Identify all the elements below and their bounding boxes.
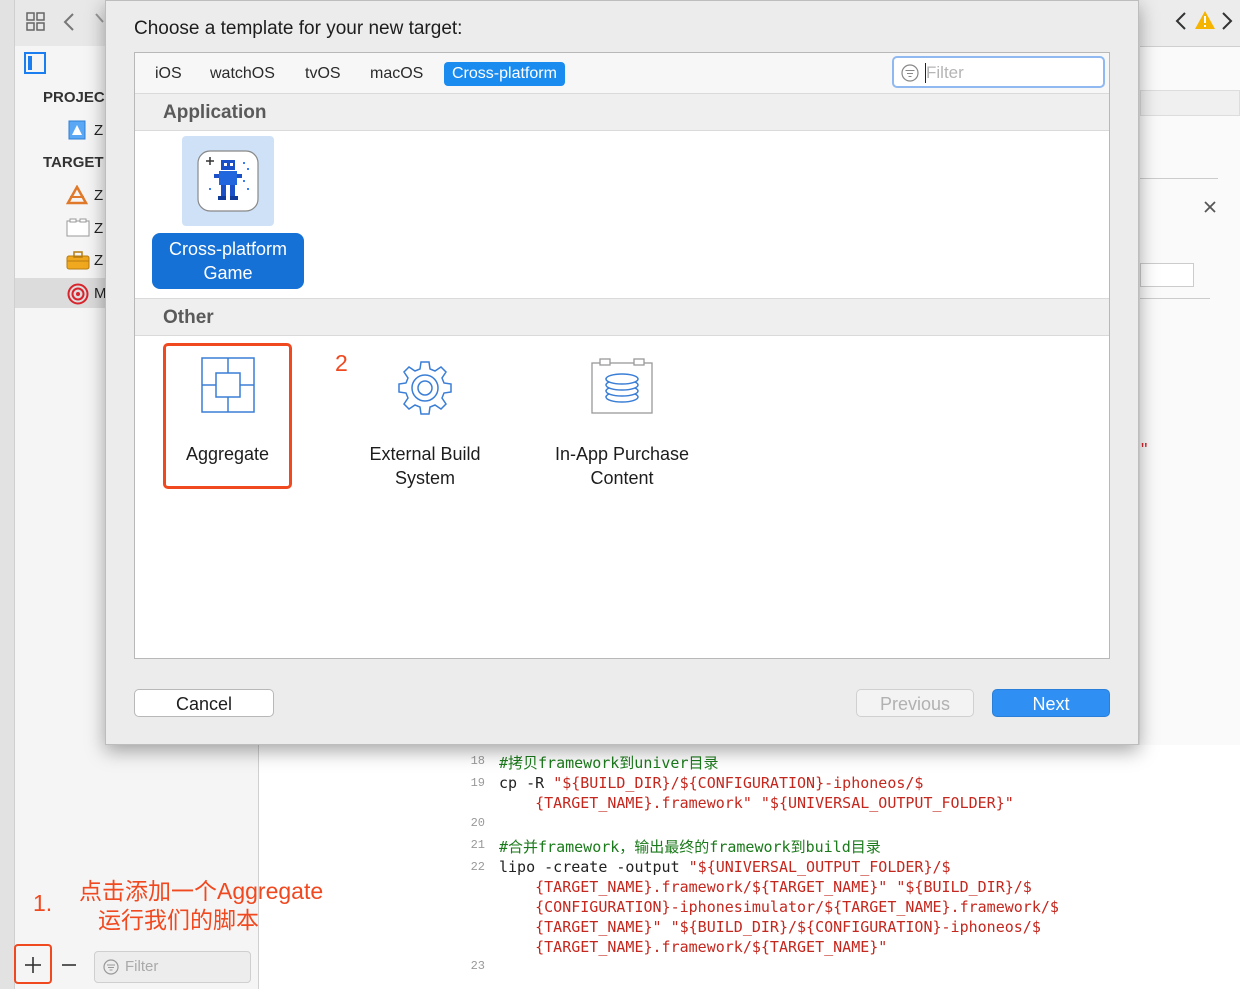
code-command: cp -R (499, 774, 554, 792)
line-number: 20 (470, 816, 485, 830)
code-comment: #合并framework，输出最终的framework到build目录 (499, 838, 881, 856)
game-sprite-icon (197, 150, 259, 212)
code-line-continuation[interactable]: {TARGET_NAME}.framework/${TARGET_NAME}" … (499, 878, 1032, 896)
sheet-title: Choose a template for your new target: (134, 18, 463, 39)
aggregate-icon[interactable] (200, 356, 256, 414)
tab-tvos[interactable]: tvOS (297, 62, 349, 86)
gear-icon[interactable] (396, 359, 454, 417)
target-item-label[interactable]: Z (94, 220, 103, 237)
add-target-button[interactable] (23, 955, 43, 975)
divider (1140, 178, 1218, 179)
remove-target-button[interactable] (60, 955, 78, 975)
code-string: {TARGET_NAME}.framework/${TARGET_NAME}" … (499, 878, 1032, 896)
code-string: {TARGET_NAME}.framework/${TARGET_NAME}" (499, 938, 888, 956)
group-title: Other (163, 307, 214, 328)
template-filter-field[interactable]: Filter (892, 56, 1105, 88)
filter-icon (901, 64, 919, 82)
code-string: {TARGET_NAME}" "${BUILD_DIR}/${CONFIGURA… (499, 918, 1041, 936)
template-label-line1: Cross-platform (168, 239, 288, 259)
project-section-header: PROJEC (43, 89, 105, 106)
warning-icon[interactable] (1194, 10, 1216, 30)
tab-watchos[interactable]: watchOS (202, 62, 283, 86)
purchase-content-icon[interactable] (590, 357, 654, 415)
forward-chevron-icon[interactable] (94, 12, 104, 32)
sidebar-toggle-icon[interactable] (24, 52, 46, 74)
tab-cross-platform[interactable]: Cross-platform (444, 62, 565, 86)
template-label-line2: Content (590, 468, 654, 488)
issue-next-chevron-icon[interactable] (1220, 11, 1234, 31)
grid-icon[interactable] (26, 12, 46, 32)
toolbox-target-icon[interactable] (66, 250, 90, 270)
stray-quote-mark: " (1141, 440, 1148, 460)
template-label-line2: Game (203, 263, 253, 283)
code-comment: #拷贝framework到univer目录 (499, 754, 719, 772)
code-line-continuation[interactable]: {TARGET_NAME}.framework/${TARGET_NAME}" (499, 938, 887, 956)
annotation-step1-number: 1. (33, 890, 53, 916)
annotation-step2-number: 2 (335, 350, 348, 376)
template-label-selected[interactable]: Cross-platform Game (152, 233, 304, 289)
previous-button[interactable]: Previous (856, 689, 974, 717)
navigator-filter-field[interactable]: Filter (94, 951, 251, 983)
template-label-in-app-purchase[interactable]: In-App Purchase Content (536, 442, 708, 490)
filter-placeholder: Filter (125, 958, 159, 975)
group-title: Application (163, 102, 267, 123)
code-line-continuation[interactable]: {TARGET_NAME}" "${BUILD_DIR}/${CONFIGURA… (499, 918, 1041, 936)
cancel-button[interactable]: Cancel (134, 689, 274, 717)
code-line-continuation[interactable]: {CONFIGURATION}-iphonesimulator/${TARGET… (499, 898, 1059, 916)
filter-placeholder: Filter (926, 63, 964, 82)
line-number: 19 (470, 776, 485, 790)
aggregate-target-icon[interactable] (67, 283, 89, 305)
line-number: 18 (470, 754, 485, 768)
project-file-icon[interactable] (68, 120, 86, 140)
code-string: "${UNIVERSAL_OUTPUT_FOLDER}/$ (688, 858, 951, 876)
group-header-application: Application (135, 93, 1109, 131)
template-label-line1: External Build (369, 444, 481, 464)
code-string: "${BUILD_DIR}/${CONFIGURATION}-iphoneos/… (553, 774, 924, 792)
template-label-aggregate[interactable]: Aggregate (163, 442, 292, 466)
template-label-line1: In-App Purchase (554, 444, 690, 464)
filter-icon (103, 959, 119, 975)
targets-section-header: TARGET (43, 154, 104, 171)
next-button[interactable]: Next (992, 689, 1110, 717)
code-line[interactable]: lipo -create -output "${UNIVERSAL_OUTPUT… (499, 858, 951, 876)
group-header-other: Other (135, 298, 1109, 336)
app-target-icon[interactable] (66, 185, 88, 205)
annotation-step1-line2: 运行我们的脚本 (98, 907, 259, 933)
divider (1140, 298, 1210, 299)
code-line-continuation[interactable]: {TARGET_NAME}.framework" "${UNIVERSAL_OU… (499, 794, 1014, 812)
template-cross-platform-game[interactable] (182, 136, 274, 226)
code-string: {CONFIGURATION}-iphonesimulator/${TARGET… (499, 898, 1059, 916)
inspector-text-field[interactable] (1140, 263, 1194, 287)
code-line[interactable]: cp -R "${BUILD_DIR}/${CONFIGURATION}-iph… (499, 774, 923, 792)
left-toolbar (0, 0, 105, 47)
framework-target-icon[interactable] (66, 218, 90, 238)
code-command: lipo -create -output (499, 858, 689, 876)
tab-ios[interactable]: iOS (147, 62, 190, 86)
code-string: {TARGET_NAME}.framework" "${UNIVERSAL_OU… (499, 794, 1014, 812)
template-label-external-build[interactable]: External Build System (345, 442, 505, 490)
line-number: 22 (470, 860, 485, 874)
window-edge (0, 0, 15, 989)
line-number: 23 (470, 959, 485, 973)
line-number: 21 (470, 838, 485, 852)
template-label-line2: System (394, 468, 455, 488)
project-item-label[interactable]: Z (94, 122, 103, 139)
target-item-label[interactable]: Z (94, 252, 103, 269)
code-line[interactable]: #拷贝framework到univer目录 (499, 752, 719, 773)
inspector-field (1140, 90, 1240, 116)
back-chevron-icon[interactable] (62, 12, 76, 32)
close-icon[interactable] (1203, 200, 1217, 214)
tab-macos[interactable]: macOS (362, 62, 431, 86)
target-item-label[interactable]: Z (94, 187, 103, 204)
code-line[interactable]: #合并framework，输出最终的framework到build目录 (499, 836, 881, 857)
issue-prev-chevron-icon[interactable] (1174, 11, 1188, 31)
